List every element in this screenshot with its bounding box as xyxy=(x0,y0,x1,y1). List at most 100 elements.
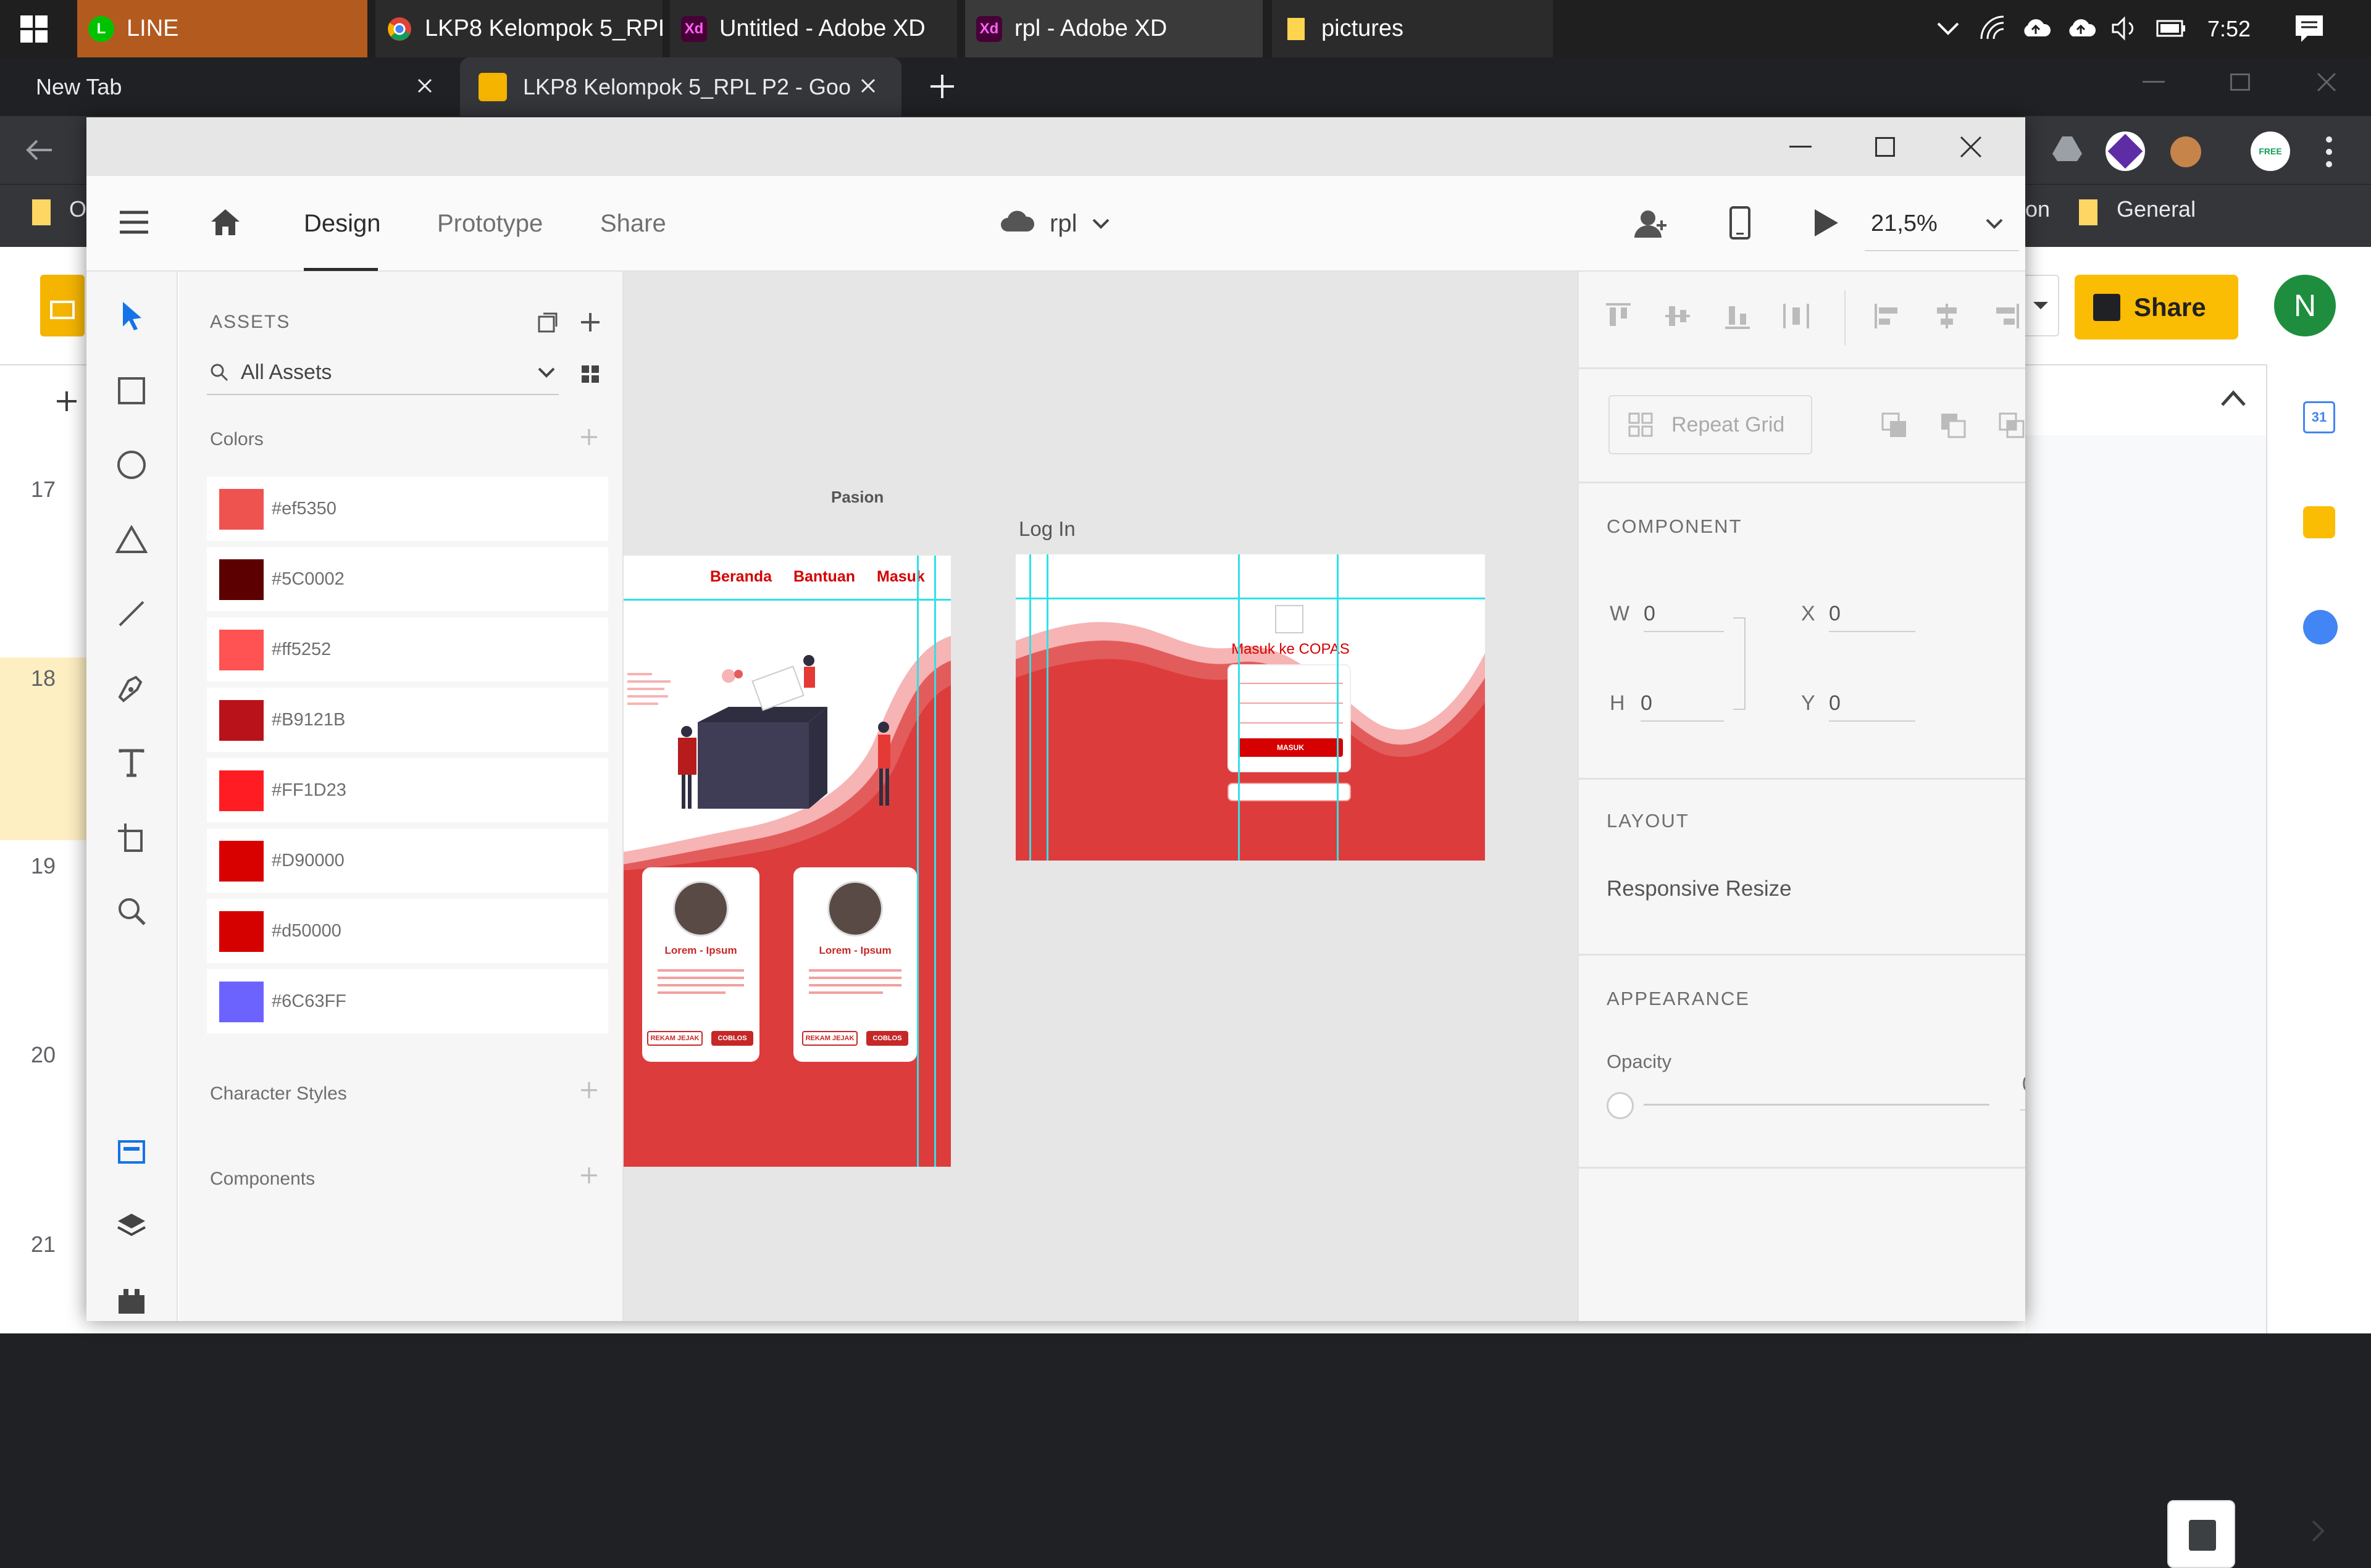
taskbar-app-xd-rpl[interactable]: Xd rpl - Adobe XD xyxy=(965,0,1263,57)
artboard-tool-icon[interactable] xyxy=(109,815,154,859)
home-icon[interactable] xyxy=(210,208,241,236)
bookmark-item[interactable]: on xyxy=(2025,196,2050,222)
tab-new-tab[interactable]: New Tab xyxy=(0,57,457,116)
boolean-add-icon[interactable] xyxy=(1881,412,1909,440)
rectangle-tool-icon[interactable] xyxy=(109,369,154,413)
tab-prototype[interactable]: Prototype xyxy=(437,176,543,272)
text-tool-icon[interactable] xyxy=(109,741,154,785)
add-component-plus-icon[interactable] xyxy=(579,1166,599,1185)
tasks-icon[interactable] xyxy=(2303,610,2338,644)
chevron-down-icon[interactable] xyxy=(1985,218,2004,230)
align-top-icon[interactable] xyxy=(1605,302,1632,330)
artboard-label[interactable]: Pasion xyxy=(831,488,884,507)
opacity-slider-handle[interactable] xyxy=(1607,1092,1634,1119)
extension-icon[interactable] xyxy=(2105,131,2145,171)
kebab-menu-icon[interactable] xyxy=(2325,135,2333,169)
artboard-label[interactable]: Log In xyxy=(1019,517,1076,541)
bookmark-item[interactable]: O xyxy=(69,196,86,222)
cloud-upload-icon[interactable] xyxy=(2020,15,2051,40)
chevron-right-icon[interactable] xyxy=(2309,1519,2328,1543)
play-icon[interactable] xyxy=(1812,208,1839,238)
align-bottom-icon[interactable] xyxy=(1724,302,1751,330)
grid-view-icon[interactable] xyxy=(580,364,600,384)
artboard-login[interactable]: Masuk ke COPAS MASUK xyxy=(1016,554,1485,861)
close-icon[interactable] xyxy=(858,76,878,96)
line-tool-icon[interactable] xyxy=(109,591,154,636)
new-tab-plus-icon[interactable] xyxy=(928,72,956,101)
repeat-grid-button[interactable]: Repeat Grid xyxy=(1608,395,1812,454)
avatar[interactable]: N xyxy=(2274,275,2336,336)
battery-icon[interactable] xyxy=(2155,17,2187,40)
tab-share[interactable]: Share xyxy=(600,176,666,272)
lock-aspect-icon[interactable] xyxy=(1733,617,1746,710)
vpn-free-icon[interactable]: FREE xyxy=(2251,131,2290,171)
boolean-intersect-icon[interactable] xyxy=(1999,412,2025,440)
device-preview-icon[interactable] xyxy=(1729,206,1751,240)
document-name[interactable]: rpl xyxy=(1050,176,1077,272)
width-input[interactable]: 0 xyxy=(1644,602,1655,626)
align-right-icon[interactable] xyxy=(1993,302,2020,330)
add-character-style-plus-icon[interactable] xyxy=(579,1080,599,1100)
color-swatch[interactable]: #B9121B xyxy=(207,688,608,752)
tab-design[interactable]: Design xyxy=(304,176,381,272)
minimize-icon[interactable] xyxy=(1789,146,1812,148)
pen-tool-icon[interactable] xyxy=(109,665,154,710)
assets-panel-icon[interactable] xyxy=(109,1130,154,1174)
opacity-input[interactable]: 0% xyxy=(2022,1072,2025,1096)
chevron-up-icon[interactable] xyxy=(2220,389,2247,407)
polygon-tool-icon[interactable] xyxy=(109,517,154,562)
chevron-down-icon[interactable] xyxy=(2022,275,2059,336)
add-slide-plus-icon[interactable] xyxy=(54,389,79,414)
zoom-level[interactable]: 21,5% xyxy=(1871,176,1938,272)
select-tool-icon[interactable] xyxy=(109,293,154,338)
height-input[interactable]: 0 xyxy=(1641,691,1652,715)
layers-panel-icon[interactable] xyxy=(109,1204,154,1248)
align-left-icon[interactable] xyxy=(1874,302,1901,330)
minimize-icon[interactable] xyxy=(2143,81,2165,83)
color-swatch[interactable]: #d50000 xyxy=(207,899,608,963)
close-icon[interactable] xyxy=(415,76,435,96)
align-center-icon[interactable] xyxy=(1933,302,1960,330)
asset-filter[interactable]: All Assets xyxy=(207,352,559,395)
calendar-icon[interactable]: 31 xyxy=(2303,401,2335,433)
cookie-icon[interactable] xyxy=(2170,136,2201,167)
windows-start-icon[interactable] xyxy=(0,0,68,57)
chevron-down-icon[interactable] xyxy=(1092,218,1110,230)
tab-slides[interactable]: LKP8 Kelompok 5_RPL P2 - Goog xyxy=(460,57,901,116)
volume-icon[interactable] xyxy=(2110,15,2139,41)
add-asset-plus-icon[interactable] xyxy=(579,311,601,333)
design-canvas[interactable]: Pasion Beranda Bantuan Masuk Lorem - Ips… xyxy=(624,272,1578,1321)
x-input[interactable]: 0 xyxy=(1829,602,1841,626)
hamburger-menu-icon[interactable] xyxy=(119,210,149,235)
invite-user-icon[interactable] xyxy=(1633,207,1668,239)
maximize-icon[interactable] xyxy=(1875,137,1895,157)
taskbar-app-pictures[interactable]: pictures xyxy=(1272,0,1553,57)
restore-icon[interactable] xyxy=(2230,73,2250,91)
artboard-pasion[interactable]: Beranda Bantuan Masuk Lorem - Ipsum REKA… xyxy=(624,556,951,1167)
taskbar-app-line[interactable]: L LINE xyxy=(77,0,367,57)
close-icon[interactable] xyxy=(2315,71,2338,93)
y-input[interactable]: 0 xyxy=(1829,691,1841,715)
distribute-horizontal-icon[interactable] xyxy=(1783,302,1810,330)
share-button[interactable]: Share xyxy=(2075,275,2238,340)
google-drive-icon[interactable] xyxy=(2052,135,2083,162)
bookmark-general[interactable]: General xyxy=(2117,196,2196,222)
taskbar-app-chrome[interactable]: LKP8 Kelompok 5_RPL... xyxy=(375,0,663,57)
boolean-subtract-icon[interactable] xyxy=(1940,412,1967,440)
ellipse-tool-icon[interactable] xyxy=(109,443,154,487)
add-color-plus-icon[interactable] xyxy=(579,427,599,447)
close-icon[interactable] xyxy=(1959,135,1983,159)
color-swatch[interactable]: #D90000 xyxy=(207,828,608,893)
clock[interactable]: 7:52 xyxy=(2207,0,2251,57)
color-swatch[interactable]: #6C63FF xyxy=(207,969,608,1033)
opacity-slider-track[interactable] xyxy=(1644,1104,1989,1106)
align-middle-icon[interactable] xyxy=(1664,302,1691,330)
zoom-tool-icon[interactable] xyxy=(109,889,154,933)
color-swatch[interactable]: #ef5350 xyxy=(207,477,608,541)
wifi-icon[interactable] xyxy=(1979,15,2007,41)
taskbar-app-xd-untitled[interactable]: Xd Untitled - Adobe XD xyxy=(670,0,957,57)
notifications-icon[interactable] xyxy=(2294,14,2325,43)
color-swatch[interactable]: #5C0002 xyxy=(207,547,608,611)
explore-icon[interactable] xyxy=(2167,1500,2235,1568)
color-swatch[interactable]: #ff5252 xyxy=(207,617,608,682)
